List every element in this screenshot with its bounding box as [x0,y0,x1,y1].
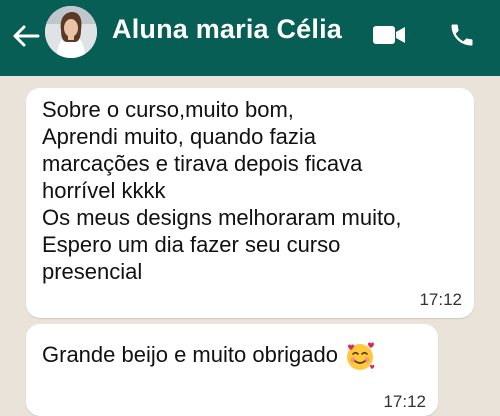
message-text: Grande beijo e muito obrigado [42,340,426,372]
chat-header: Aluna maria Célia [0,0,500,76]
profile-photo [45,6,97,58]
back-button[interactable] [8,18,44,54]
video-camera-icon [373,26,405,44]
contact-name[interactable]: Aluna maria Célia [112,14,342,45]
message-bubble[interactable]: Sobre o curso,muito bom, Aprendi muito, … [26,88,474,318]
message-text: Sobre o curso,muito bom, Aprendi muito, … [42,97,402,284]
message-time: 17:12 [383,392,426,411]
smiling-face-with-hearts-icon [346,342,375,370]
voice-call-button[interactable] [444,17,480,53]
phone-icon [451,24,473,46]
avatar[interactable] [45,6,97,58]
message-bubble[interactable]: Grande beijo e muito obrigado 17:12 [26,324,438,416]
message-text-content: Grande beijo e muito obrigado [42,341,338,367]
message-time: 17:12 [419,290,462,309]
video-call-button[interactable] [370,20,408,50]
arrow-left-icon [13,25,40,47]
